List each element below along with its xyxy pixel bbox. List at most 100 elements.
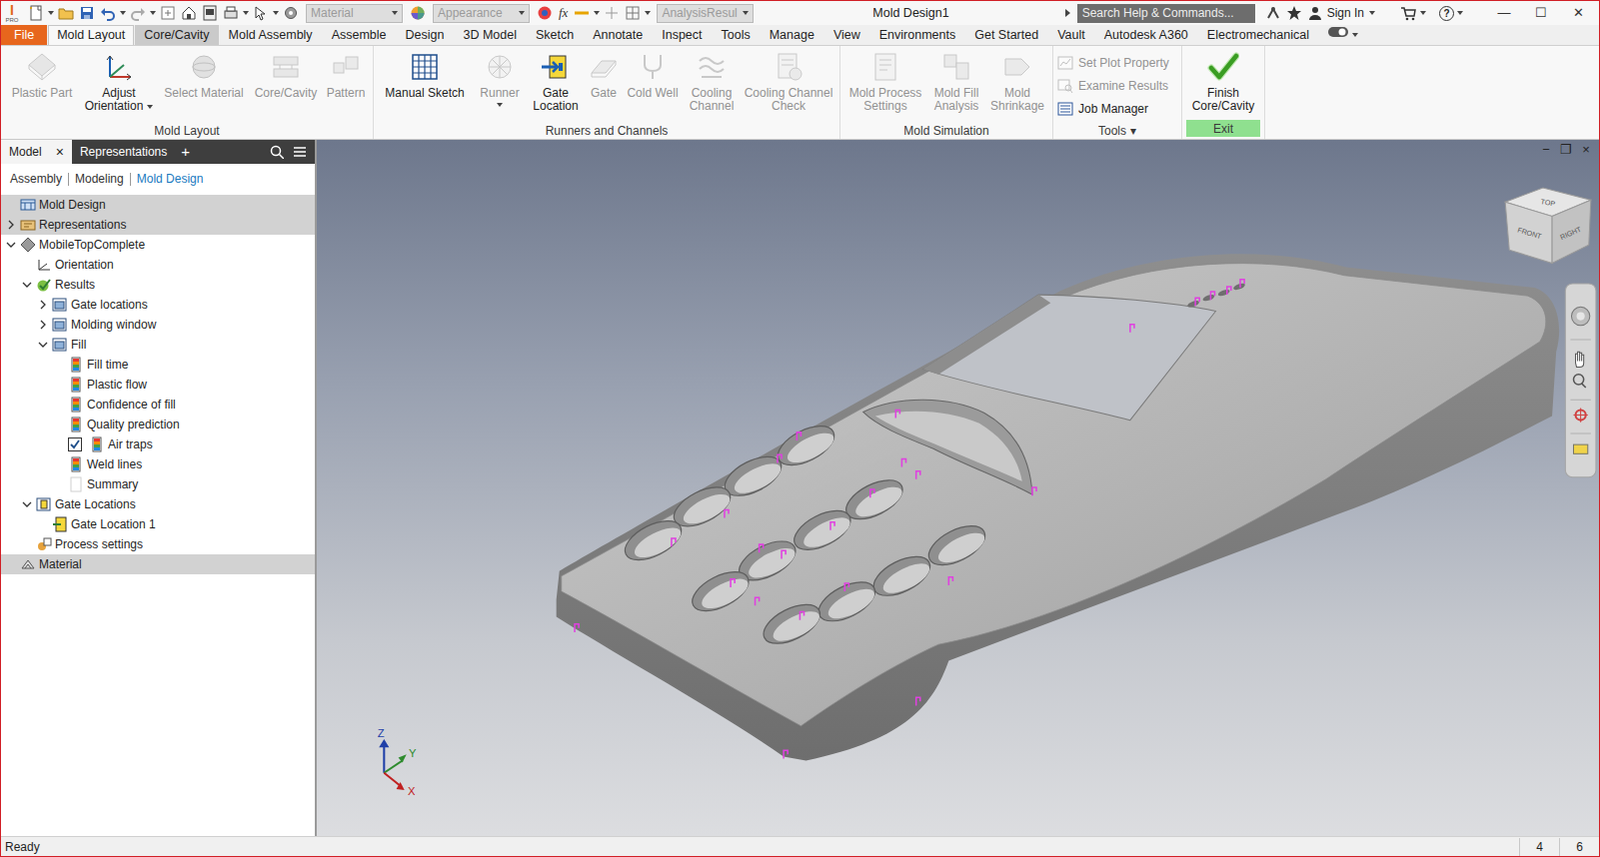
ribbon-tab[interactable]: Tools bbox=[712, 24, 760, 45]
dropdown-arrow-icon[interactable] bbox=[242, 10, 249, 15]
ribbon-button[interactable]: Runner bbox=[473, 50, 526, 107]
ribbon-button[interactable]: Gate bbox=[585, 50, 622, 100]
gear-icon[interactable] bbox=[281, 3, 300, 22]
tree-item[interactable]: Results bbox=[0, 274, 315, 295]
panel-toggle[interactable] bbox=[1327, 24, 1359, 45]
ribbon-tab[interactable]: Vault bbox=[1048, 24, 1095, 45]
ribbon-button[interactable]: Pattern bbox=[322, 50, 369, 100]
viewport-window-button[interactable]: − bbox=[1539, 142, 1554, 157]
sign-in-button[interactable]: Sign In bbox=[1327, 3, 1365, 22]
sphere-icon[interactable] bbox=[408, 3, 427, 22]
ribbon-button[interactable]: Cooling Channel bbox=[683, 50, 740, 113]
tree-item[interactable]: Gate Location 1 bbox=[0, 514, 315, 535]
ribbon-tab[interactable]: Design bbox=[396, 24, 454, 45]
expand-arrow-icon[interactable] bbox=[1065, 8, 1071, 17]
expander-icon[interactable] bbox=[4, 218, 17, 231]
ribbon-tab[interactable]: File bbox=[0, 24, 47, 45]
tree-item[interactable]: Air traps bbox=[0, 434, 315, 455]
ribbon-button[interactable]: Mold Process Settings bbox=[844, 50, 927, 113]
dropdown-arrow-icon[interactable] bbox=[644, 10, 651, 15]
ribbon-tab[interactable]: Core/Cavity bbox=[134, 24, 218, 45]
ribbon-button[interactable]: Job Manager bbox=[1057, 96, 1178, 120]
window-button[interactable]: ✕ bbox=[1561, 2, 1596, 23]
binoc-icon[interactable] bbox=[1264, 3, 1283, 22]
close-button[interactable]: × bbox=[55, 141, 64, 163]
new-icon[interactable] bbox=[26, 3, 45, 22]
ribbon-button[interactable]: Select Material bbox=[158, 50, 249, 100]
plus-icon[interactable] bbox=[602, 3, 621, 22]
browser-tab[interactable]: Model× bbox=[0, 139, 72, 164]
redo-icon[interactable] bbox=[128, 3, 147, 22]
dropdown-arrow-icon[interactable] bbox=[149, 10, 156, 15]
expander-icon[interactable] bbox=[36, 338, 49, 351]
user-icon[interactable] bbox=[1306, 3, 1325, 22]
open-icon[interactable] bbox=[56, 3, 75, 22]
formula-button[interactable]: fx bbox=[556, 2, 570, 23]
navigation-bar[interactable] bbox=[1565, 283, 1597, 478]
dropdown-arrow-icon[interactable] bbox=[146, 104, 153, 109]
add-tab-button[interactable]: + bbox=[174, 139, 196, 164]
app-logo[interactable]: IPRO bbox=[3, 1, 20, 24]
tree-item[interactable]: Quality prediction bbox=[0, 414, 315, 435]
checkbox[interactable] bbox=[67, 437, 82, 452]
update-icon[interactable] bbox=[158, 3, 177, 22]
model-canvas[interactable]: TOPFRONTRIGHTZYX bbox=[316, 139, 1600, 837]
viewport-window-button[interactable]: × bbox=[1579, 142, 1594, 157]
ribbon-button[interactable]: Core/Cavity bbox=[250, 50, 321, 100]
browser-tab[interactable]: Representations bbox=[71, 139, 175, 164]
viewport[interactable]: TOPFRONTRIGHTZYX−❐ × bbox=[316, 139, 1600, 837]
ribbon-tab[interactable]: Environments bbox=[870, 24, 965, 45]
dropdown-arrow-icon[interactable] bbox=[1420, 10, 1427, 15]
dropdown-arrow-icon[interactable] bbox=[1369, 10, 1376, 15]
dropdown-arrow-icon[interactable] bbox=[742, 10, 749, 15]
expander-icon[interactable] bbox=[20, 498, 33, 511]
tree-item[interactable]: Confidence of fill bbox=[0, 394, 315, 415]
ribbon-tab[interactable]: Mold Assembly bbox=[219, 24, 322, 45]
ribbon-tab[interactable]: View bbox=[824, 24, 870, 45]
ribbon-button[interactable]: Adjust Orientation bbox=[80, 50, 157, 113]
ribbon-button[interactable]: Manual Sketch bbox=[377, 50, 472, 100]
combo-box[interactable]: AnalysisResul bbox=[656, 3, 754, 23]
ribbon-tab[interactable]: Electromechanical bbox=[1198, 24, 1319, 45]
dropdown-arrow-icon[interactable] bbox=[1352, 32, 1359, 37]
expander-icon[interactable] bbox=[4, 238, 17, 251]
tree-item[interactable]: Representations bbox=[0, 214, 315, 235]
grid-icon[interactable] bbox=[623, 3, 642, 22]
ribbon-button[interactable]: Gate Location bbox=[527, 50, 584, 113]
dropdown-arrow-icon[interactable] bbox=[272, 10, 279, 15]
mode-link[interactable]: Mold Design bbox=[129, 172, 210, 186]
undo-icon[interactable] bbox=[98, 3, 117, 22]
viewport-window-button[interactable]: ❐ bbox=[1559, 142, 1574, 157]
star-icon[interactable] bbox=[1285, 3, 1304, 22]
dropdown-arrow-icon[interactable] bbox=[47, 10, 54, 15]
tree-item[interactable]: Summary bbox=[0, 474, 315, 495]
ribbon-tab[interactable]: Inspect bbox=[652, 24, 711, 45]
dropdown-arrow-icon[interactable] bbox=[518, 10, 525, 15]
ribbon-tab[interactable]: Sketch bbox=[526, 24, 583, 45]
expander-icon[interactable] bbox=[20, 278, 33, 291]
group-menu-button[interactable]: ▾ bbox=[1130, 121, 1137, 140]
tree-item[interactable]: Mold Design bbox=[0, 194, 315, 215]
mode-link[interactable]: Assembly bbox=[3, 172, 68, 186]
ribbon-tab[interactable]: Assemble bbox=[322, 24, 396, 45]
select-icon[interactable] bbox=[251, 3, 270, 22]
tree-item[interactable]: Fill bbox=[0, 334, 315, 355]
tree-item[interactable]: Weld lines bbox=[0, 454, 315, 475]
ribbon-tab[interactable]: Get Started bbox=[965, 24, 1048, 45]
tree-item[interactable]: Material bbox=[0, 554, 315, 575]
ilogic-icon[interactable] bbox=[200, 3, 219, 22]
ribbon-button[interactable]: Mold Shrinkage bbox=[986, 50, 1049, 113]
tree-item[interactable]: MobileTopComplete bbox=[0, 234, 315, 255]
ribbon-button[interactable]: Cold Well bbox=[623, 50, 682, 100]
ribbon-button[interactable]: Examine Results bbox=[1057, 73, 1178, 97]
search-icon[interactable] bbox=[269, 144, 284, 159]
ribbon-button[interactable]: Cooling Channel Check bbox=[741, 50, 836, 113]
combo-box[interactable]: Material bbox=[305, 3, 403, 23]
save-icon[interactable] bbox=[77, 3, 96, 22]
dropdown-arrow-icon[interactable] bbox=[119, 10, 126, 15]
home-icon[interactable] bbox=[179, 3, 198, 22]
dropdown-arrow-icon[interactable] bbox=[1457, 10, 1464, 15]
line-icon[interactable] bbox=[572, 3, 591, 22]
mode-link[interactable]: Modeling bbox=[67, 172, 130, 186]
toggle-icon[interactable] bbox=[1327, 23, 1350, 46]
